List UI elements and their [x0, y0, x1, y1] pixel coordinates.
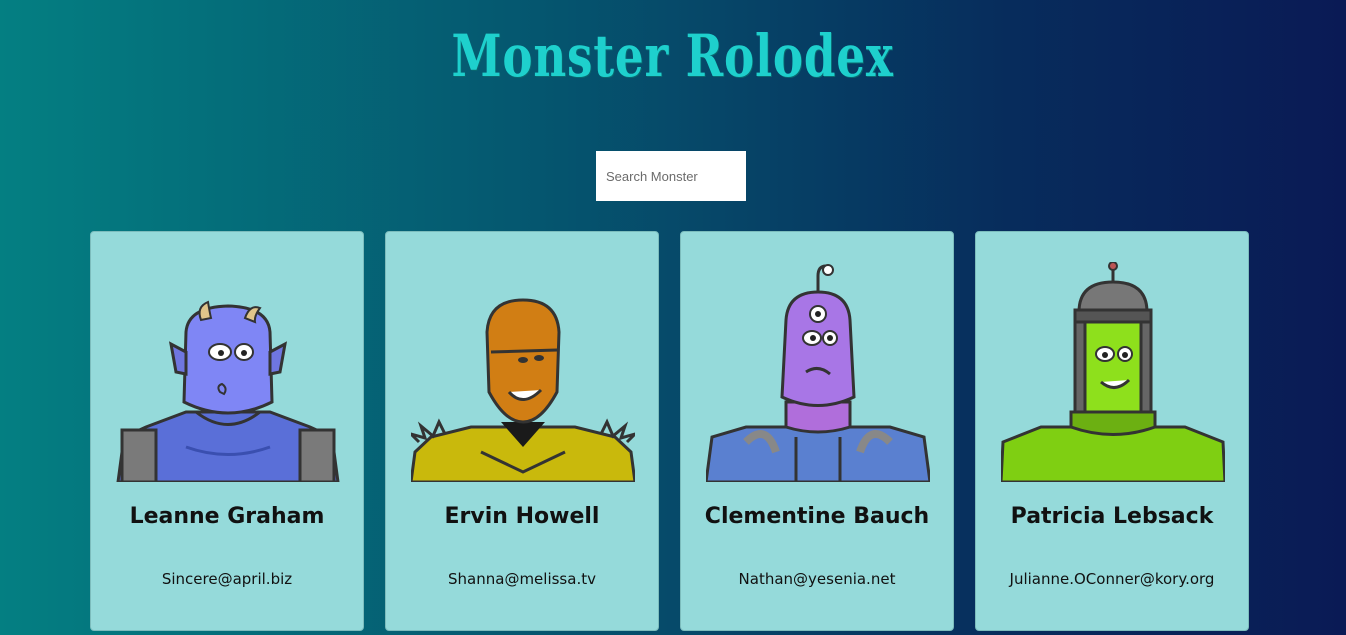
- monster-card[interactable]: Clementine Bauch Nathan@yesenia.net: [680, 231, 954, 631]
- monster-email: Julianne.OConner@kory.org: [1009, 570, 1215, 588]
- cyclops-robot-monster-icon: [706, 264, 930, 482]
- monster-name: Patricia Lebsack: [1010, 504, 1214, 529]
- monster-card[interactable]: Patricia Lebsack Julianne.OConner@kory.o…: [975, 231, 1249, 631]
- monster-email: Sincere@april.biz: [161, 570, 293, 588]
- monster-card[interactable]: Leanne Graham Sincere@april.biz: [90, 231, 364, 631]
- horned-blue-monster-icon: [116, 300, 340, 482]
- monster-name: Leanne Graham: [129, 504, 325, 529]
- monster-email: Shanna@melissa.tv: [448, 570, 596, 588]
- card-list: Leanne Graham Sincere@april.biz Ervin Ho…: [90, 231, 1249, 631]
- page-title: Monster Rolodex: [451, 22, 894, 90]
- monster-name: Ervin Howell: [444, 504, 600, 529]
- monster-card[interactable]: Ervin Howell Shanna@melissa.tv: [385, 231, 659, 631]
- monster-name: Clementine Bauch: [704, 504, 930, 529]
- search-input[interactable]: [596, 151, 746, 201]
- monster-email: Nathan@yesenia.net: [738, 570, 896, 588]
- frankenstein-monster-icon: [1001, 262, 1225, 482]
- orange-spiky-monster-icon: [411, 298, 635, 482]
